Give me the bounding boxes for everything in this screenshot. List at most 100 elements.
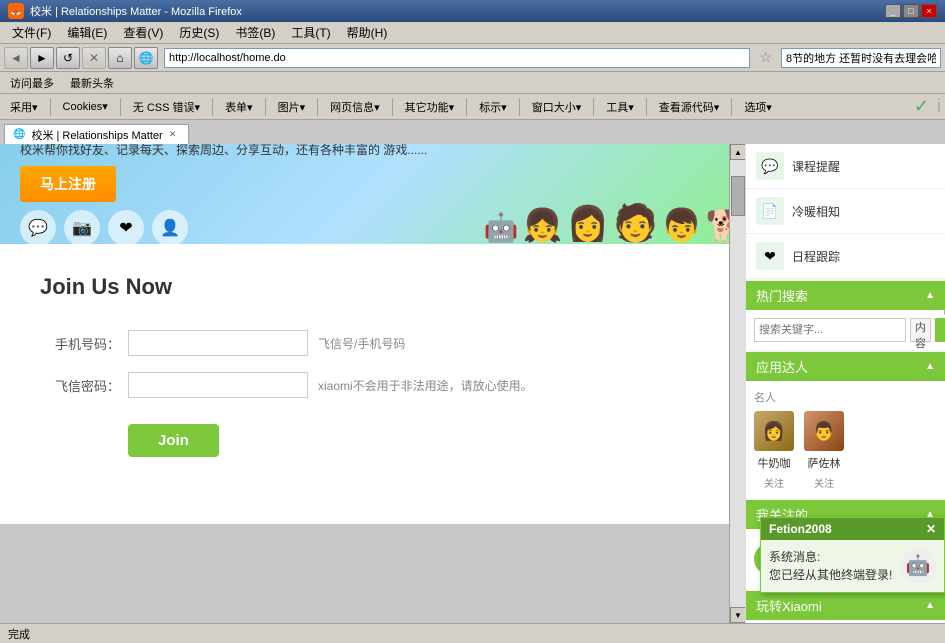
heart-icon: ❤ [108,210,144,244]
master-follow-1[interactable]: 关注 [764,475,784,490]
character-illustrations: 🤖 👧 👩 🧑 👦 🐕 [465,144,745,244]
char-person3: 🧑 [613,202,658,244]
close-btn[interactable]: × [921,4,937,18]
sep5 [317,98,318,116]
menu-bookmarks[interactable]: 书签(B) [227,22,283,43]
menu-view[interactable]: 查看(V) [115,22,171,43]
back-btn[interactable]: ◄ [4,47,28,69]
toolbar-cookies[interactable]: Cookies▾ [57,98,114,115]
toolbar-forms[interactable]: 表单▾ [219,97,259,117]
scroll-up[interactable]: ▲ [730,144,745,160]
master-item-1[interactable]: 👩 牛奶咖 关注 [754,411,794,490]
forward-btn[interactable]: ► [30,47,54,69]
minimize-btn[interactable]: _ [885,4,901,18]
scroll-down[interactable]: ▼ [730,607,745,623]
address-bar[interactable] [164,48,750,68]
browser-search[interactable] [781,48,941,68]
chat-icon: 💬 [20,210,56,244]
app-masters-arrow[interactable]: ▲ [925,361,935,372]
bookmark-star[interactable]: ☆ [756,49,775,66]
join-btn-row: Join [40,414,705,457]
course-icon: 💬 [756,152,784,180]
password-input[interactable] [128,372,308,398]
tab-bar: 🌐 校米 | Relationships Matter ✕ [0,120,945,144]
password-row: 飞信密码： xiaomi不会用于非法用途，请放心使用。 [40,372,705,398]
app-masters-title: 应用达人 [756,357,808,376]
popup-avatar: 🤖 [900,548,936,584]
tab-main[interactable]: 🌐 校米 | Relationships Matter ✕ [4,124,189,144]
register-button[interactable]: 马上注册 [20,166,116,202]
camera-icon: 📷 [64,210,100,244]
toolbar-other[interactable]: 其它功能▾ [399,97,461,117]
menu-edit[interactable]: 编辑(E) [59,22,115,43]
play-xiaomi-arrow[interactable]: ▲ [925,600,935,611]
phone-row: 手机号码： 飞信号/手机号码 [40,330,705,356]
hot-search-title: 热门搜索 [756,286,808,305]
menu-file[interactable]: 文件(F) [4,22,59,43]
menu-history[interactable]: 历史(S) [171,22,227,43]
tab-label: 校米 | Relationships Matter [31,127,162,143]
notification-section: 💬 课程提醒 📄 冷暖相知 ❤ 日程跟踪 [746,144,945,279]
home-btn[interactable]: ⌂ [108,47,132,69]
sep10 [646,98,647,116]
popup-close-btn[interactable]: ✕ [926,522,936,536]
toolbar-source[interactable]: 查看源代码▾ [653,97,726,117]
toolbar-marks[interactable]: 标示▾ [473,97,513,117]
page-icon: 🌐 [134,47,158,69]
menu-help[interactable]: 帮助(H) [339,22,396,43]
course-reminder-item[interactable]: 💬 课程提醒 [746,144,945,189]
reload-btn[interactable]: ↺ [56,47,80,69]
master-item-2[interactable]: 👨 萨佐林 关注 [804,411,844,490]
sep6 [392,98,393,116]
masters-list: 👩 牛奶咖 关注 👨 萨佐林 关注 [754,411,937,490]
stop-btn[interactable]: ✕ [82,47,106,69]
master-avatar-2: 👨 [804,411,844,451]
title-bar-left: 🦊 校米 | Relationships Matter - Mozilla Fi… [8,3,242,19]
window-title: 校米 | Relationships Matter - Mozilla Fire… [30,3,242,19]
toolbar-tools[interactable]: 工具▾ [600,97,640,117]
scroll-thumb[interactable] [731,176,745,216]
bookmark-most-visited[interactable]: 访问最多 [4,73,60,93]
toolbar-info[interactable]: 网页信息▾ [324,97,386,117]
master-name-2: 萨佐林 [808,455,841,471]
web-developer-toolbar: 采用▾ Cookies▾ 无 CSS 错误▾ 表单▾ 图片▾ 网页信息▾ 其它功… [0,94,945,120]
bookmarks-bar: 访问最多 最新头条 [0,72,945,94]
sep2 [120,98,121,116]
play-xiaomi-title: 玩转Xiaomi [756,596,822,615]
play-xiaomi-header: 玩转Xiaomi ▲ [746,591,945,620]
tab-close-icon[interactable]: ✕ [169,129,177,140]
toolbar-window-size[interactable]: 窗口大小▾ [526,97,588,117]
warm-regards-item[interactable]: 📄 冷暖相知 [746,189,945,234]
menu-tools[interactable]: 工具(T) [283,22,338,43]
hot-search-arrow[interactable]: ▲ [925,290,935,301]
password-label: 飞信密码： [40,376,120,395]
password-hint: xiaomi不会用于非法用途，请放心使用。 [318,377,533,394]
app-masters-body: 名人 👩 牛奶咖 关注 👨 [746,381,945,498]
join-button[interactable]: Join [128,424,219,457]
right-sidebar: 💬 课程提醒 📄 冷暖相知 ❤ 日程跟踪 热门搜索 ▲ [745,144,945,623]
toolbar-options[interactable]: 选项▾ [738,97,778,117]
main-layout: 校米帮你找好友、记录每天、探索周边、分享互动，还有各种丰富的 游戏...... … [0,144,945,623]
schedule-label: 日程跟踪 [792,248,840,265]
search-button[interactable]: 🔍搜索 [935,318,945,342]
hot-search-body: 内容 🔍搜索 [746,310,945,350]
toolbar-use[interactable]: 采用▾ [4,97,44,117]
hot-search-input[interactable] [754,318,906,342]
master-follow-2[interactable]: 关注 [814,475,834,490]
phone-input[interactable] [128,330,308,356]
browser-icon: 🦊 [8,3,24,19]
schedule-icon: ❤ [756,242,784,270]
bookmark-latest-headlines[interactable]: 最新头条 [64,73,120,93]
browser-window: 🦊 校米 | Relationships Matter - Mozilla Fi… [0,0,945,643]
status-bar: 完成 [0,623,945,643]
toolbar-css[interactable]: 无 CSS 错误▾ [127,97,206,117]
schedule-item[interactable]: ❤ 日程跟踪 [746,234,945,279]
toolbar-images[interactable]: 图片▾ [272,97,312,117]
maximize-btn[interactable]: □ [903,4,919,18]
sep11 [731,98,732,116]
search-type-label: 内容 [910,318,931,342]
scrollbar[interactable]: ▲ ▼ [729,144,745,623]
master-avatar-img-2: 👨 [804,411,844,451]
popup-header: Fetion2008 ✕ [761,518,944,540]
sep7 [466,98,467,116]
